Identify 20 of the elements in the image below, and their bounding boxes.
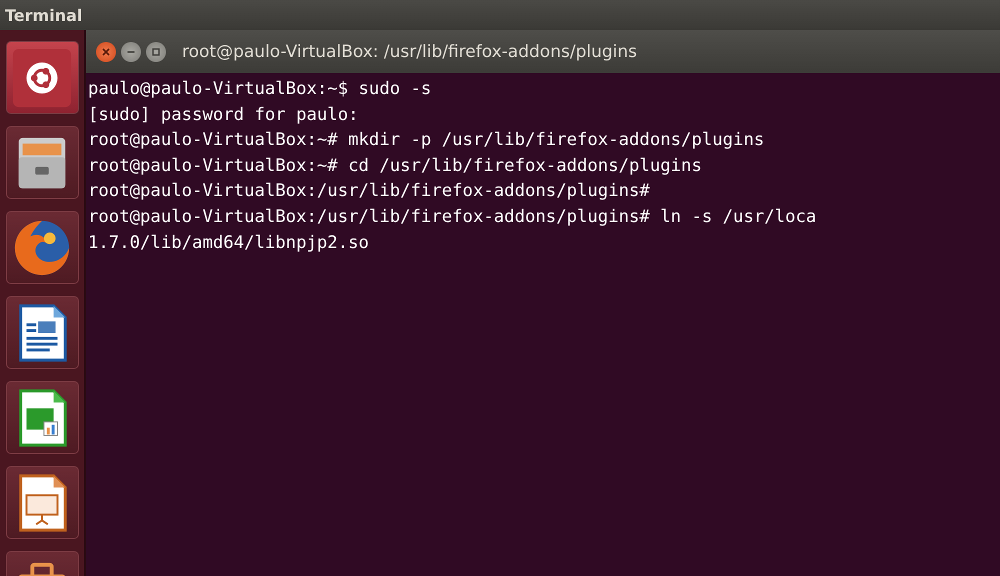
window-title: root@paulo-VirtualBox: /usr/lib/firefox-addons/plugins [182,42,637,62]
launcher-item[interactable] [6,41,78,114]
maximize-button[interactable] [146,42,166,62]
app-title: Terminal [5,6,82,24]
terminal-line: paulo@paulo-VirtualBox:~$ sudo -s [88,78,432,101]
terminal-line: [sudo] password for paulo: [88,104,359,127]
terminal-line: root@paulo-VirtualBox:/usr/lib/firefox-addons/plugins# ln -s /usr/loca [88,206,816,229]
launcher-item[interactable] [6,126,78,199]
square-icon [151,46,161,56]
minimize-button[interactable] [121,42,141,62]
close-icon [101,46,111,56]
launcher-item[interactable] [6,381,78,454]
terminal-line: root@paulo-VirtualBox:/usr/lib/firefox-addons/plugins# [88,180,650,204]
dash-logo-icon [11,46,73,108]
terminal-line: 1.7.0/lib/amd64/libnpjp2.so [88,232,369,255]
terminal-line: root@paulo-VirtualBox:~# mkdir -p /usr/lib/firefox-addons/plugins [88,129,764,152]
close-button[interactable] [96,42,116,62]
launcher-item[interactable] [6,466,78,539]
launcher-item[interactable] [6,296,78,369]
terminal-line: root@paulo-VirtualBox:~# cd /usr/lib/firefox-addons/plugins [88,154,702,178]
